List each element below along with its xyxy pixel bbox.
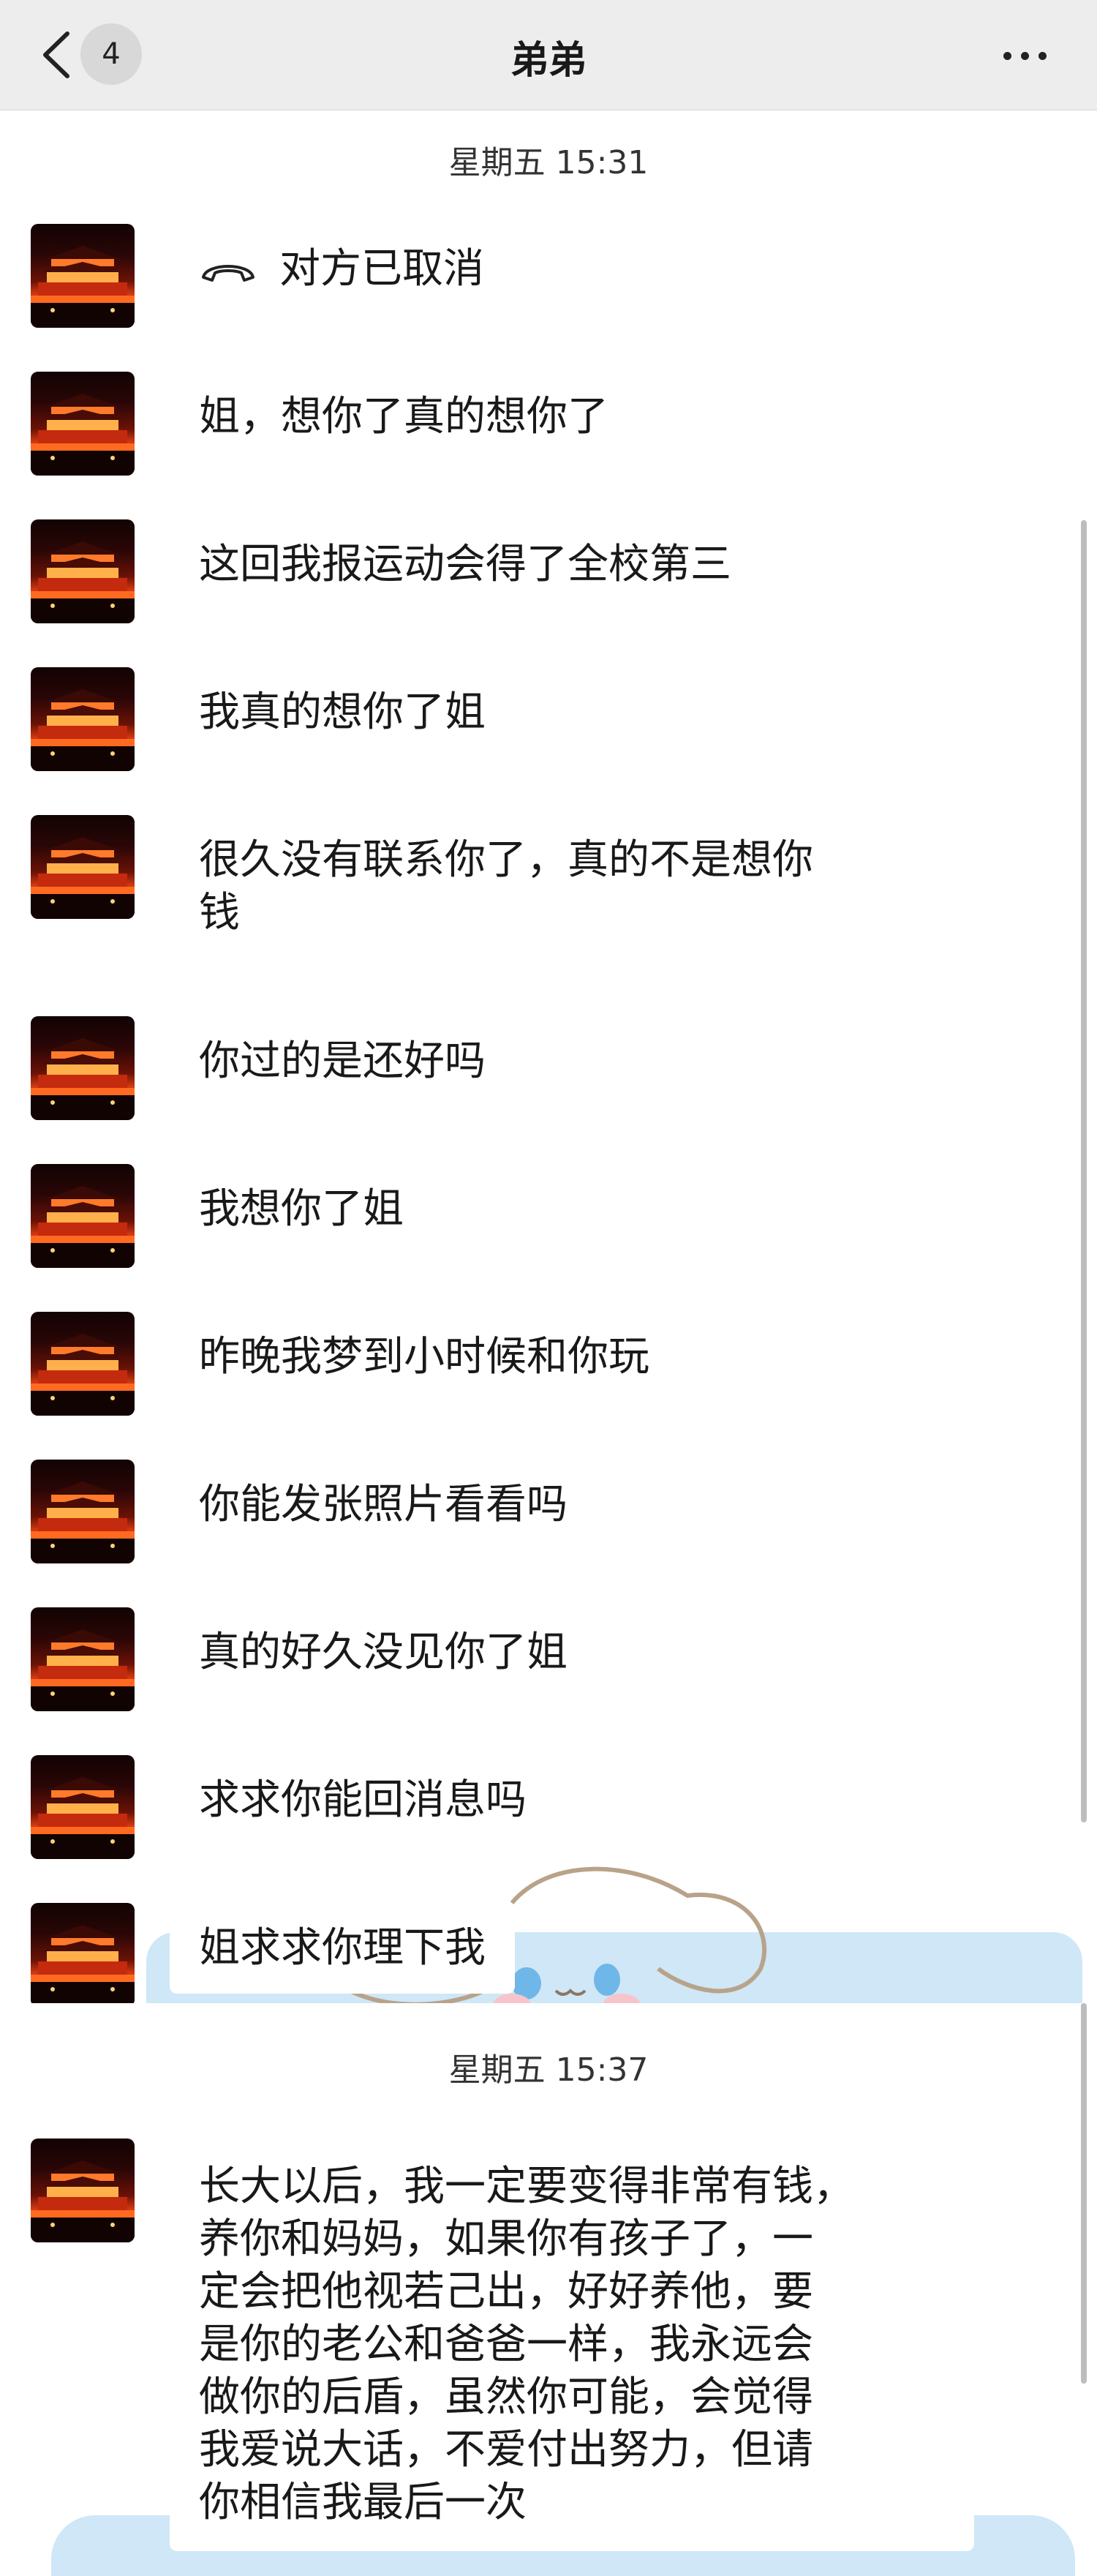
message-text-line: 定会把他视若己出，好好养他，要 — [199, 2268, 813, 2316]
avatar[interactable] — [31, 1903, 135, 2003]
message-bubble[interactable]: 真的好久没见你了姐 — [170, 1607, 597, 1698]
timestamp: 星期五 15:37 — [448, 2051, 649, 2089]
avatar[interactable] — [31, 1312, 135, 1416]
avatar[interactable] — [31, 1460, 135, 1563]
chat-header: 4 弟弟 — [0, 0, 1097, 110]
message-bubble[interactable]: 我想你了姐 — [170, 1164, 433, 1255]
message-text-line: 钱 — [199, 889, 240, 936]
more-icon[interactable] — [1002, 40, 1049, 70]
message-bubble[interactable]: 你过的是还好吗 — [170, 1016, 515, 1107]
chat-history-section[interactable]: 星期五 15:31 对方已取消 姐，想你了真的想你了 这回我报运动会得了全校第三… — [0, 110, 1097, 2003]
avatar[interactable] — [31, 1164, 135, 1268]
avatar[interactable] — [31, 1607, 135, 1711]
message-bubble[interactable]: 昨晚我梦到小时候和你玩 — [170, 1312, 679, 1402]
avatar[interactable] — [31, 2138, 135, 2242]
message-bubble[interactable]: 我真的想你了姐 — [170, 667, 515, 758]
message-text-line: 你相信我最后一次 — [199, 2479, 527, 2526]
phone-hangup-icon — [202, 264, 255, 282]
message-text-line: 长大以后，我一定要变得非常有钱， — [199, 2163, 854, 2210]
message-bubble[interactable]: 求求你能回消息吗 — [170, 1755, 556, 1846]
message-bubble[interactable]: 长大以后，我一定要变得非常有钱， 养你和妈妈，如果你有孩子了，一 定会把他视若己… — [170, 2138, 974, 2551]
avatar[interactable] — [31, 667, 135, 771]
message-bubble[interactable]: 你能发张照片看看吗 — [170, 1460, 597, 1550]
avatar[interactable] — [31, 1755, 135, 1859]
chat-history-section[interactable]: 星期五 15:37 长大以后，我一定要变得非常有钱， 养你和妈妈，如果你有孩子了… — [0, 2003, 1097, 2576]
avatar[interactable] — [31, 372, 135, 476]
timestamp: 星期五 15:31 — [448, 144, 649, 181]
message-bubble[interactable]: 姐，想你了真的想你了 — [170, 372, 638, 462]
message-text-line: 很久没有联系你了，真的不是想你 — [199, 836, 813, 884]
chat-title: 弟弟 — [510, 39, 587, 83]
message-text-line: 是你的老公和爸爸一样，我永远会 — [199, 2321, 813, 2368]
message-bubble[interactable]: 对方已取消 — [170, 224, 513, 315]
message-text: 对方已取消 — [279, 245, 484, 293]
avatar[interactable] — [31, 519, 135, 623]
message-bubble[interactable]: 姐求求你理下我 — [170, 1903, 515, 1994]
avatar[interactable] — [31, 224, 135, 328]
scrollbar[interactable] — [1081, 520, 1087, 1822]
message-text-line: 做你的后盾，虽然你可能，会觉得 — [199, 2373, 813, 2421]
avatar[interactable] — [31, 815, 135, 919]
message-text-line: 我爱说大话，不爱付出努力，但请 — [199, 2426, 813, 2474]
message-text-line: 养你和妈妈，如果你有孩子了，一 — [199, 2215, 813, 2263]
message-bubble[interactable]: 很久没有联系你了，真的不是想你 钱 — [170, 815, 842, 958]
message-bubble[interactable]: 这回我报运动会得了全校第三 — [170, 519, 761, 610]
avatar[interactable] — [31, 1016, 135, 1120]
